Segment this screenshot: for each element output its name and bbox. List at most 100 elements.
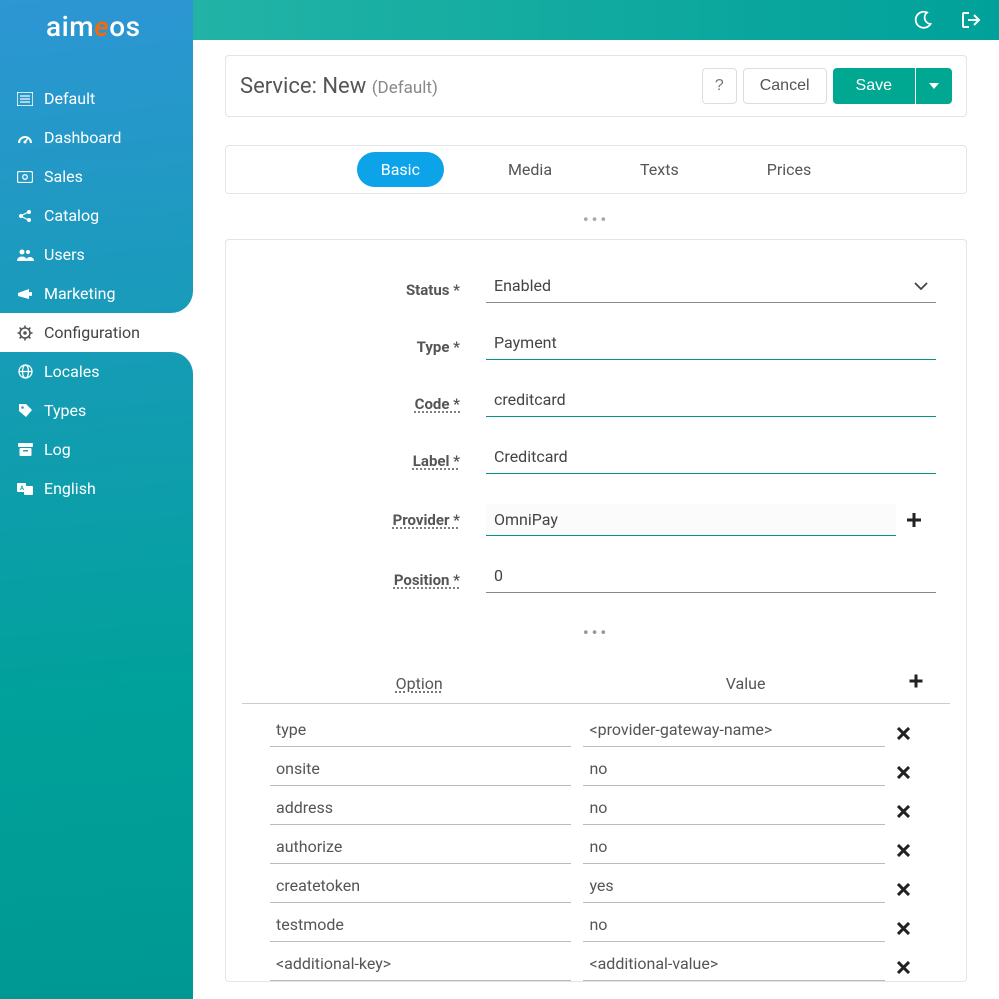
option-value-field[interactable]: yes xyxy=(583,876,884,903)
provider-label: Provider * xyxy=(256,511,486,529)
cancel-button[interactable]: Cancel xyxy=(743,68,827,104)
status-label: Status * xyxy=(256,281,486,299)
delete-option-button[interactable] xyxy=(897,922,922,935)
row-type: Type * Payment xyxy=(256,333,936,360)
logout-icon[interactable] xyxy=(961,11,981,29)
sidebar-item-label: Types xyxy=(44,401,86,420)
sidebar-item-label: Catalog xyxy=(44,206,99,225)
tab-basic[interactable]: Basic xyxy=(357,152,444,187)
add-provider-button[interactable] xyxy=(906,512,936,528)
option-key-field[interactable]: createtoken xyxy=(270,876,571,903)
chevron-down-icon xyxy=(914,282,928,290)
row-label: Label * Creditcard xyxy=(256,447,936,474)
option-key-field[interactable]: type xyxy=(270,720,571,747)
code-label: Code * xyxy=(256,395,486,413)
option-row: createtoken yes xyxy=(256,864,936,903)
label-label: Label * xyxy=(256,452,486,470)
globe-icon xyxy=(16,363,34,381)
sidebar-item-catalog[interactable]: Catalog xyxy=(0,196,193,235)
option-value-field[interactable]: no xyxy=(583,759,884,786)
gear-icon xyxy=(16,324,34,342)
option-row: testmode no xyxy=(256,903,936,942)
sidebar-item-locales[interactable]: Locales xyxy=(0,352,193,391)
sidebar-item-default[interactable]: Default xyxy=(0,79,193,118)
sidebar-item-label: Sales xyxy=(44,167,83,186)
save-dropdown-button[interactable] xyxy=(916,68,952,104)
option-key-field[interactable]: address xyxy=(270,798,571,825)
main-content: Service: New (Default) ? Cancel Save Bas… xyxy=(193,0,999,999)
option-key-field[interactable]: <additional-key> xyxy=(270,954,571,981)
tab-media[interactable]: Media xyxy=(484,152,576,187)
share-icon xyxy=(16,207,34,225)
option-value-field[interactable]: no xyxy=(583,837,884,864)
options-header-value: Value xyxy=(582,674,908,693)
sidebar-item-label: Configuration xyxy=(44,323,140,342)
sidebar-item-label: English xyxy=(44,479,96,498)
option-row: type <provider-gateway-name> xyxy=(256,708,936,747)
tabs: Basic Media Texts Prices xyxy=(225,145,967,194)
page-header: Service: New (Default) ? Cancel Save xyxy=(225,55,967,117)
form-card: Status * Enabled Type * Payment Code * c… xyxy=(225,239,967,982)
delete-option-button[interactable] xyxy=(897,961,922,974)
option-key-field[interactable]: authorize xyxy=(270,837,571,864)
position-field[interactable]: 0 xyxy=(486,566,936,593)
delete-option-button[interactable] xyxy=(897,805,922,818)
tag-icon xyxy=(16,402,34,420)
row-status: Status * Enabled xyxy=(256,276,936,303)
option-value-field[interactable]: no xyxy=(583,915,884,942)
delete-option-button[interactable] xyxy=(897,727,922,740)
sidebar-item-sales[interactable]: Sales xyxy=(0,157,193,196)
option-key-field[interactable]: onsite xyxy=(270,759,571,786)
sidebar-item-label: Default xyxy=(44,89,95,108)
option-row: authorize no xyxy=(256,825,936,864)
brand-logo: aimeos xyxy=(0,0,193,49)
page-title: Service: New (Default) xyxy=(240,74,438,99)
option-row: onsite no xyxy=(256,747,936,786)
row-position: Position * 0 xyxy=(256,566,936,593)
type-field[interactable]: Payment xyxy=(486,333,936,360)
row-code: Code * creditcard xyxy=(256,390,936,417)
code-field[interactable]: creditcard xyxy=(486,390,936,417)
option-row: address no xyxy=(256,786,936,825)
sidebar-item-users[interactable]: Users xyxy=(0,235,193,274)
help-button[interactable]: ? xyxy=(702,68,737,104)
delete-option-button[interactable] xyxy=(897,766,922,779)
row-provider: Provider * OmniPay xyxy=(256,504,936,536)
sidebar-item-label: Dashboard xyxy=(44,128,121,147)
sidebar-nav: Default Dashboard Sales Catalog Users Ma… xyxy=(0,79,193,508)
option-value-field[interactable]: no xyxy=(583,798,884,825)
dark-mode-icon[interactable] xyxy=(913,10,933,30)
sidebar-item-label: Log xyxy=(44,440,71,459)
option-value-field[interactable]: <provider-gateway-name> xyxy=(583,720,884,747)
add-option-button[interactable] xyxy=(909,674,936,693)
delete-option-button[interactable] xyxy=(897,844,922,857)
megaphone-icon xyxy=(16,285,34,303)
delete-option-button[interactable] xyxy=(897,883,922,896)
label-field[interactable]: Creditcard xyxy=(486,447,936,474)
money-icon xyxy=(16,168,34,186)
archive-icon xyxy=(16,441,34,459)
provider-field[interactable]: OmniPay xyxy=(486,504,896,536)
sidebar-item-marketing[interactable]: Marketing xyxy=(0,274,193,313)
sidebar-item-label: Users xyxy=(44,245,85,264)
sidebar-item-dashboard[interactable]: Dashboard xyxy=(0,118,193,157)
option-key-field[interactable]: testmode xyxy=(270,915,571,942)
options-body: type<provider-gateway-name>onsitenoaddre… xyxy=(256,708,936,981)
position-label: Position * xyxy=(256,571,486,589)
tab-texts[interactable]: Texts xyxy=(616,152,703,187)
sidebar-item-language[interactable]: A English xyxy=(0,469,193,508)
status-field[interactable]: Enabled xyxy=(486,276,936,303)
options-header: Option Value xyxy=(242,674,950,704)
topbar xyxy=(193,0,999,40)
section-expand-icon[interactable]: ••• xyxy=(225,210,967,229)
sidebar: aimeos Default Dashboard Sales Catalog U… xyxy=(0,0,193,999)
option-row: <additional-key> <additional-value> xyxy=(256,942,936,981)
sidebar-item-configuration[interactable]: Configuration xyxy=(0,313,193,352)
sidebar-item-log[interactable]: Log xyxy=(0,430,193,469)
type-label: Type * xyxy=(256,338,486,356)
option-value-field[interactable]: <additional-value> xyxy=(583,954,884,981)
save-button[interactable]: Save xyxy=(833,68,915,104)
tab-prices[interactable]: Prices xyxy=(743,152,836,187)
section-expand-icon[interactable]: ••• xyxy=(256,623,936,642)
sidebar-item-types[interactable]: Types xyxy=(0,391,193,430)
